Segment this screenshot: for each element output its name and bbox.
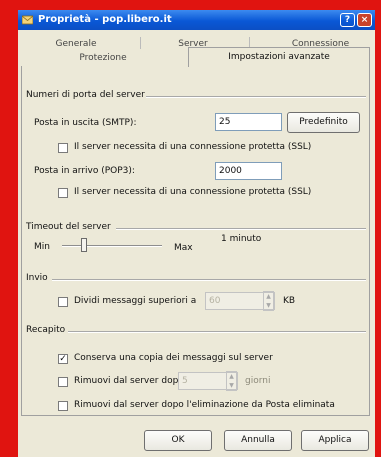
- group-separator: [146, 96, 366, 98]
- check-icon: ✓: [59, 354, 67, 364]
- timeout-slider[interactable]: [62, 238, 162, 252]
- tab-protezione[interactable]: Protezione: [48, 51, 158, 65]
- keep-copy-checkbox[interactable]: ✓: [58, 354, 68, 364]
- remove-after-spinner[interactable]: ▲ ▼: [226, 371, 237, 391]
- cancel-button[interactable]: Annulla: [224, 430, 292, 451]
- remove-after-checkbox[interactable]: [58, 377, 68, 387]
- apply-button[interactable]: Applica: [301, 430, 369, 451]
- window-title: Proprietà - pop.libero.it: [38, 14, 172, 25]
- timeout-min-label: Min: [34, 242, 50, 252]
- pop3-port-label: Posta in arrivo (POP3):: [34, 166, 135, 176]
- spin-down-icon[interactable]: ▼: [264, 301, 273, 310]
- remove-after-unit: giorni: [245, 376, 271, 386]
- smtp-port-input[interactable]: 25: [215, 113, 282, 131]
- spin-up-icon[interactable]: ▲: [227, 372, 236, 381]
- tab-divider: [140, 37, 141, 49]
- tab-impostazioni-avanzate[interactable]: Impostazioni avanzate: [188, 47, 370, 67]
- ports-group-label: Numeri di porta del server: [26, 90, 145, 100]
- remove-after-label: Rimuovi dal server dopo: [74, 376, 184, 386]
- slider-thumb[interactable]: [81, 238, 87, 252]
- remove-on-delete-checkbox[interactable]: [58, 401, 68, 411]
- group-separator: [52, 279, 366, 281]
- smtp-ssl-checkbox[interactable]: [58, 143, 68, 153]
- close-button[interactable]: ×: [357, 13, 372, 27]
- pop3-ssl-label: Il server necessita di una connessione p…: [74, 187, 312, 197]
- ok-button[interactable]: OK: [144, 430, 212, 451]
- pop3-port-input[interactable]: 2000: [215, 162, 282, 180]
- delivery-group-label: Recapito: [26, 325, 66, 335]
- split-size-spinner[interactable]: ▲ ▼: [263, 291, 274, 311]
- timeout-max-label: Max: [174, 243, 193, 253]
- group-separator: [68, 331, 366, 333]
- timeout-value: 1 minuto: [221, 234, 262, 244]
- spin-up-icon[interactable]: ▲: [264, 292, 273, 301]
- split-messages-checkbox[interactable]: [58, 297, 68, 307]
- properties-dialog: Proprietà - pop.libero.it ? × Generale S…: [18, 10, 375, 457]
- smtp-port-label: Posta in uscita (SMTP):: [34, 118, 137, 128]
- remove-on-delete-label: Rimuovi dal server dopo l'eliminazione d…: [74, 400, 335, 410]
- spin-down-icon[interactable]: ▼: [227, 381, 236, 390]
- title-bar[interactable]: Proprietà - pop.libero.it ? ×: [18, 10, 375, 30]
- keep-copy-label: Conserva una copia dei messaggi sul serv…: [74, 353, 273, 363]
- group-separator: [116, 228, 366, 230]
- slider-track: [62, 245, 162, 247]
- pop3-ssl-checkbox[interactable]: [58, 188, 68, 198]
- help-button[interactable]: ?: [340, 13, 355, 27]
- tab-generale[interactable]: Generale: [36, 37, 116, 51]
- timeout-group-label: Timeout del server: [26, 222, 111, 232]
- mail-account-icon: [22, 15, 33, 25]
- smtp-ssl-label: Il server necessita di una connessione p…: [74, 142, 312, 152]
- default-ports-button[interactable]: Predefinito: [287, 112, 360, 133]
- split-messages-label: Dividi messaggi superiori a: [74, 296, 197, 306]
- send-group-label: Invio: [26, 273, 48, 283]
- split-size-unit: KB: [283, 296, 296, 306]
